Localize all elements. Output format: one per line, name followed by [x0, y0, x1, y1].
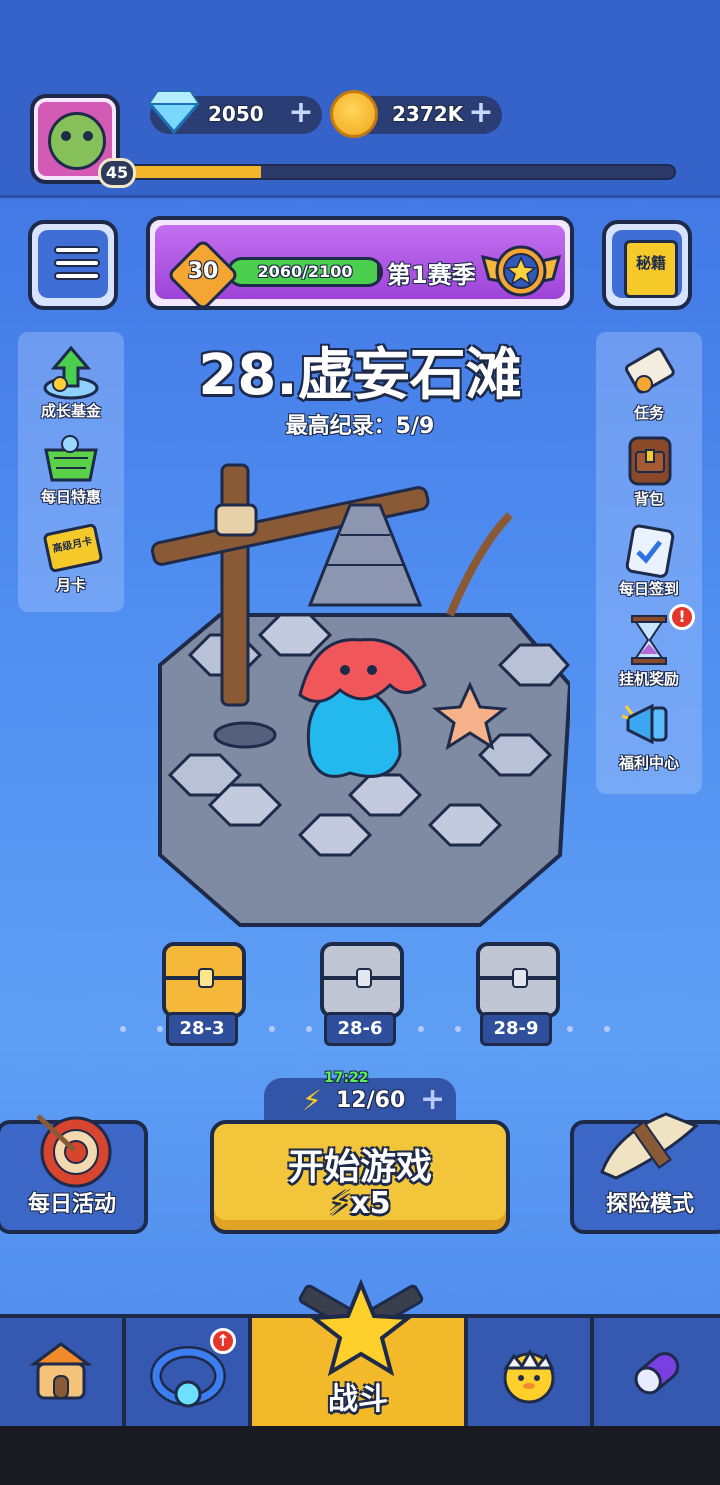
nav-tab-pets[interactable]	[468, 1318, 594, 1426]
welfare-center-label: 福利中心	[618, 754, 679, 772]
season-level: 30	[187, 259, 219, 284]
gem-counter[interactable]: 2050 +	[148, 90, 322, 134]
daily-checkin-button[interactable]: 每日签到	[599, 522, 699, 599]
secret-guide-label: 秘籍	[635, 254, 666, 272]
stage-title: 28.虚妄石滩	[198, 343, 522, 408]
daily-checkin-label: 每日签到	[618, 580, 679, 598]
menu-button[interactable]	[28, 220, 118, 310]
system-bottom-bar	[0, 1426, 720, 1485]
idle-reward-label: 挂机奖励	[618, 670, 679, 688]
fishing-rod-icon	[446, 512, 513, 617]
start-game-cost: x5	[350, 1186, 391, 1221]
backpack-icon	[628, 436, 672, 486]
monthly-card-button[interactable]: 高级月卡 月卡	[21, 522, 121, 595]
secret-book-icon: 秘籍	[624, 240, 678, 298]
season-panel[interactable]: 2060/2100 30 第1赛季	[146, 216, 574, 312]
checkin-clipboard-icon	[625, 524, 675, 578]
add-gems-button[interactable]: +	[286, 98, 316, 128]
daily-events-label: 每日活动	[27, 1192, 116, 1217]
coin-counter[interactable]: 2372K +	[330, 90, 502, 138]
daily-deal-button[interactable]: 每日特惠	[21, 430, 121, 507]
shop-house-icon	[29, 1342, 93, 1400]
start-game-button[interactable]: 开始游戏 ⚡x5	[210, 1120, 510, 1234]
target-arrow-icon	[36, 1114, 112, 1188]
menu-list-icon	[54, 246, 100, 288]
explore-mode-button[interactable]: 探险模式	[570, 1112, 720, 1234]
locked-chest-icon	[320, 942, 404, 1018]
gem-value: 2050	[208, 102, 264, 126]
top-bar: 45 2050 + 2372K +	[0, 0, 720, 198]
chest-label-28-9: 28-9	[480, 1012, 552, 1046]
chest-label-28-3: 28-3	[166, 1012, 238, 1046]
battle-star-icon	[298, 1278, 424, 1377]
nav-tab-shop[interactable]	[0, 1318, 126, 1426]
locked-chest-icon	[476, 942, 560, 1018]
start-game-label: 开始游戏	[287, 1147, 432, 1188]
zombie-bear-icon	[48, 112, 106, 170]
idle-reward-alert-badge: !	[669, 604, 695, 630]
chest-label-28-6: 28-6	[324, 1012, 396, 1046]
welfare-center-button[interactable]: 福利中心	[599, 696, 699, 773]
secret-guide-button[interactable]: 秘籍	[602, 220, 692, 310]
horn-icon	[600, 1112, 699, 1180]
add-energy-button[interactable]: +	[420, 1082, 445, 1117]
backpack-button[interactable]: 背包	[599, 432, 699, 509]
energy-refill-timer: 17:22	[324, 1070, 369, 1086]
coin-value: 2372K	[392, 102, 464, 126]
explore-mode-label: 探险模式	[605, 1192, 694, 1217]
daily-events-button[interactable]: 每日活动	[0, 1114, 148, 1234]
hatching-chick-icon	[503, 1348, 555, 1404]
xp-progress-fill	[130, 166, 261, 178]
backpack-label: 背包	[633, 490, 664, 508]
stage-record: 最高纪录：5/9	[285, 414, 435, 439]
season-progress-text: 2060/2100	[257, 262, 353, 281]
add-coins-button[interactable]: +	[466, 98, 496, 128]
diamond-icon	[148, 90, 200, 134]
player-level-badge: 45	[98, 158, 136, 188]
coin-icon	[330, 90, 378, 138]
energy-counter[interactable]: 17:22 ⚡ 12/60 +	[264, 1070, 456, 1122]
premium-card-tag: 高级月卡	[42, 522, 104, 574]
stage-island-scene[interactable]	[150, 455, 570, 935]
lightning-icon: ⚡	[329, 1186, 351, 1221]
nav-tab-equipment[interactable]: ↑	[126, 1318, 252, 1426]
capsule-pill-icon	[634, 1352, 680, 1395]
xp-progress-bar	[128, 164, 676, 180]
season-title: 第1赛季	[387, 261, 476, 289]
nav-tab-skills[interactable]	[594, 1318, 720, 1426]
nav-battle-label: 战斗	[328, 1382, 388, 1417]
equipment-upgrade-badge: ↑	[210, 1328, 236, 1354]
daily-deal-label: 每日特惠	[40, 488, 101, 506]
megaphone-icon	[621, 703, 668, 745]
season-star-wing-icon	[480, 245, 562, 297]
golden-chest-icon	[162, 942, 246, 1018]
energy-value: 12/60	[336, 1088, 406, 1113]
lightning-icon: ⚡	[302, 1084, 322, 1117]
idle-reward-button[interactable]: ! 挂机奖励	[599, 604, 699, 689]
monthly-card-icon: 高级月卡	[40, 522, 104, 578]
fish-icon	[213, 721, 277, 749]
bottom-navigation: ↑ 战斗	[0, 1278, 720, 1426]
nav-tab-battle[interactable]: 战斗	[252, 1278, 468, 1426]
